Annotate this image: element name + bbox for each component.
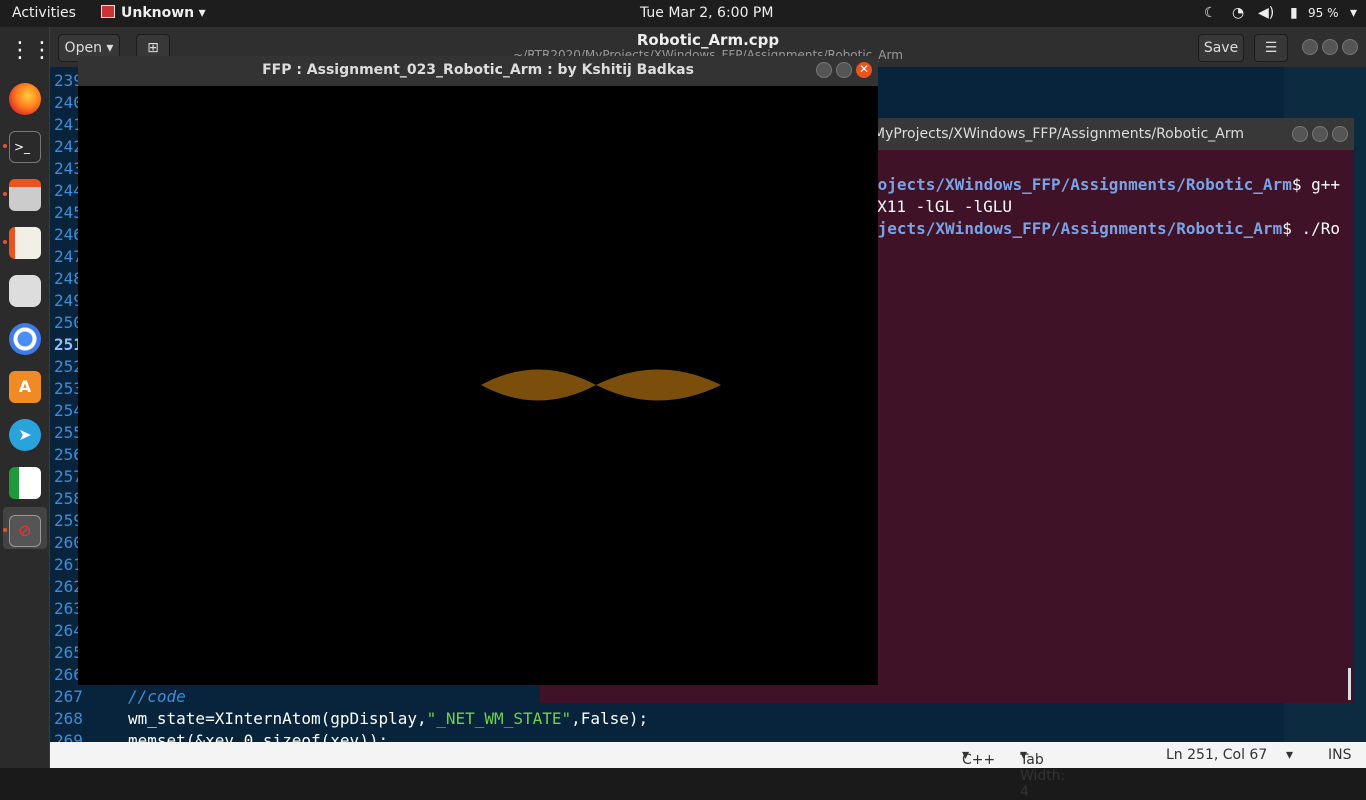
ffp-app-icon[interactable]: ⊘ [9, 515, 41, 547]
tab-width-label: Tab Width: 4 [1020, 752, 1066, 800]
gedit-statusbar: C++ ▾ Tab Width: 4 ▾ Ln 251, Col 67 ▾ IN… [50, 742, 1366, 800]
terminal-command: $ g++ [1291, 175, 1340, 194]
activities-button[interactable]: Activities [12, 5, 76, 21]
running-indicator [3, 528, 7, 532]
top-panel: Activities Unknown ▾ Tue Mar 2, 6:00 PM … [0, 0, 1366, 27]
software-center-icon[interactable]: A [9, 371, 41, 403]
close-icon[interactable] [1332, 126, 1348, 142]
code-line[interactable]: //code [128, 687, 186, 706]
volume-icon[interactable]: ◀) [1258, 5, 1274, 21]
maximize-icon[interactable] [836, 62, 852, 78]
wifi-icon[interactable]: ◔ [1232, 5, 1244, 21]
robotic-arm-render [481, 369, 721, 401]
save-button[interactable]: Save [1198, 34, 1244, 62]
arm-segment-lower [596, 369, 721, 401]
document-title: Robotic_Arm.cpp [636, 31, 780, 49]
night-mode-icon[interactable]: ☾ [1204, 5, 1217, 21]
code-line[interactable]: wm_state=XInternAtom(gpDisplay,"_NET_WM_… [128, 709, 648, 728]
maximize-icon[interactable] [1312, 126, 1328, 142]
ffp-window-titlebar[interactable]: FFP : Assignment_023_Robotic_Arm : by Ks… [78, 56, 878, 86]
minimize-icon[interactable] [1302, 39, 1318, 55]
menu-button[interactable]: ☰ [1254, 34, 1288, 62]
terminal-command: $ ./Ro [1282, 219, 1340, 238]
language-selector[interactable]: C++ ▾ [962, 747, 995, 768]
running-indicator [3, 240, 7, 244]
insert-mode: INS [1328, 747, 1352, 763]
battery-icon[interactable]: ▮ [1290, 5, 1298, 21]
app-icon [101, 5, 115, 18]
files-icon[interactable] [9, 179, 41, 211]
clock[interactable]: Tue Mar 2, 6:00 PM [640, 5, 773, 21]
opengl-canvas[interactable] [86, 86, 878, 685]
firefox-icon[interactable] [9, 83, 41, 115]
spreadsheet-icon[interactable] [9, 467, 41, 499]
dock: ⋮⋮⋮ >_ A ➤ ⊘ [0, 27, 75, 768]
language-label: C++ [962, 752, 996, 768]
terminal-scrollbar[interactable] [1348, 668, 1351, 700]
close-icon[interactable] [1342, 39, 1358, 55]
telegram-icon[interactable]: ➤ [9, 419, 41, 451]
running-indicator [3, 144, 7, 148]
line-number: 267 [54, 687, 83, 706]
chromium-icon[interactable] [9, 323, 41, 355]
text-editor-icon[interactable] [9, 227, 41, 259]
code-token: ,False); [571, 709, 649, 728]
ffp-window-title: FFP : Assignment_023_Robotic_Arm : by Ks… [262, 62, 694, 78]
arm-segment-upper [481, 369, 596, 401]
apps-grid-icon[interactable]: ⋮⋮⋮ [9, 35, 75, 67]
running-indicator [3, 192, 7, 196]
minimize-icon[interactable] [1292, 126, 1308, 142]
system-menu-chevron-icon[interactable]: ▾ [1350, 5, 1357, 21]
string-literal: "_NET_WM_STATE" [426, 709, 572, 728]
chevron-down-icon: ▾ [198, 5, 206, 21]
position-dropdown-chevron-icon[interactable]: ▾ [1286, 747, 1293, 763]
hamburger-icon: ☰ [1264, 40, 1278, 56]
minimize-icon[interactable] [816, 62, 832, 78]
rhythmbox-icon[interactable] [9, 275, 41, 307]
cursor-position[interactable]: Ln 251, Col 67 [1166, 747, 1267, 763]
terminal-icon[interactable]: >_ [9, 131, 41, 163]
code-token: wm_state=XInternAtom(gpDisplay, [128, 709, 427, 728]
tab-width-selector[interactable]: Tab Width: 4 ▾ [1020, 747, 1065, 800]
ffp-window-border [78, 86, 86, 685]
battery-percentage[interactable]: 95 % [1308, 6, 1339, 20]
app-menu[interactable]: Unknown ▾ [101, 5, 206, 21]
maximize-icon[interactable] [1322, 39, 1338, 55]
close-icon[interactable]: ✕ [856, 62, 872, 78]
line-number: 268 [54, 709, 83, 728]
app-menu-label: Unknown [121, 5, 195, 21]
